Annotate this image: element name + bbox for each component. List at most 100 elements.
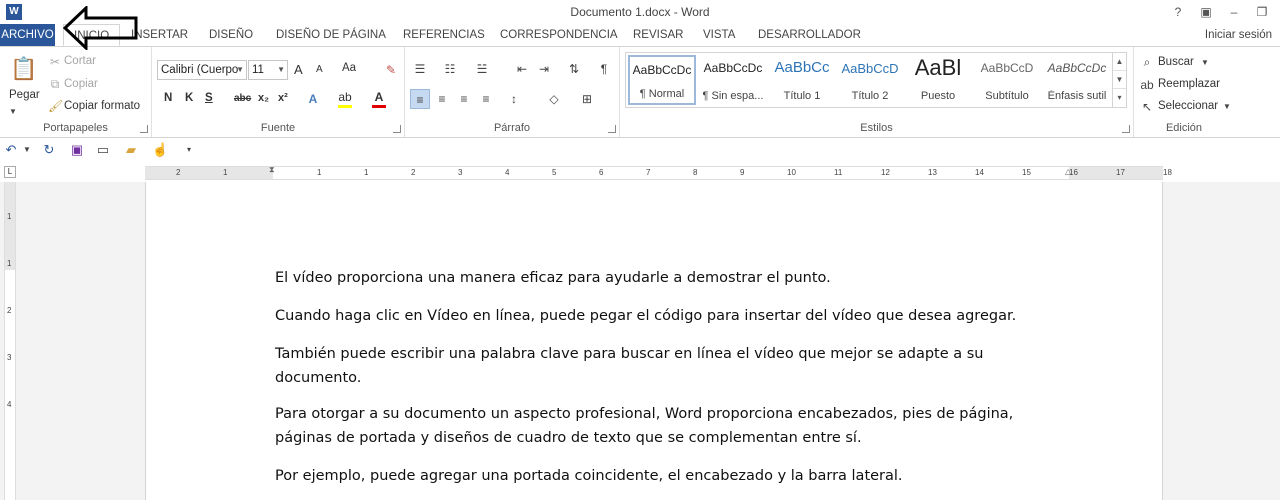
document-paragraph[interactable]: Por ejemplo, puede agregar una portada c…	[275, 464, 1045, 488]
style-normal[interactable]: AaBbCcDc ¶ Normal	[628, 55, 696, 105]
align-left-icon[interactable]: ≡	[410, 89, 430, 109]
save-icon[interactable]: ▣	[70, 143, 84, 157]
tab-archivo[interactable]: ARCHIVO	[0, 24, 55, 46]
line-spacing-icon[interactable]: ↕	[507, 92, 521, 106]
paragraph-group-label: Párrafo	[493, 122, 531, 134]
ribbon-display-options-icon[interactable]: ▣	[1196, 3, 1216, 21]
ruler-number: 4	[505, 168, 510, 177]
clear-formatting-icon[interactable]: ✎	[384, 63, 398, 77]
paragraph-launcher-icon[interactable]	[608, 125, 616, 133]
clipboard-group-label: Portapapeles	[43, 122, 108, 134]
replace-button[interactable]: Reemplazar	[1158, 78, 1220, 90]
paste-icon[interactable]: 📋	[10, 55, 37, 83]
ribbon-tabs: ARCHIVO INICIO INSERTAR DISEÑO DISEÑO DE…	[0, 24, 1280, 46]
indent-marker-icon[interactable]: ⧗	[269, 165, 275, 175]
gallery-more-icon[interactable]: ▾	[1113, 89, 1126, 107]
style-sin-espaciado[interactable]: AaBbCcDc ¶ Sin espa...	[699, 55, 767, 105]
vertical-ruler[interactable]: 1 1 2 3 4	[4, 182, 16, 500]
subscript-button[interactable]: x₂	[258, 92, 269, 104]
replace-icon[interactable]: ab	[1140, 78, 1154, 92]
touch-mode-icon[interactable]: ☝	[152, 143, 168, 157]
decrease-indent-icon[interactable]: ⇤	[515, 62, 529, 76]
align-center-icon[interactable]: ≡	[435, 92, 449, 106]
borders-icon[interactable]: ⊞	[580, 92, 594, 106]
binoculars-icon[interactable]: ⌕	[1140, 55, 1154, 69]
increase-indent-icon[interactable]: ⇥	[537, 62, 551, 76]
tab-revisar[interactable]: REVISAR	[633, 24, 684, 46]
superscript-button[interactable]: x²	[278, 92, 288, 104]
tab-vista[interactable]: VISTA	[703, 24, 735, 46]
strikethrough-button[interactable]: abc	[234, 93, 251, 104]
document-paragraph[interactable]: También puede escribir una palabra clave…	[275, 342, 1045, 390]
align-right-icon[interactable]: ≡	[457, 92, 471, 106]
title-bar: W Documento 1.docx - Word ? ▣ – ❐	[0, 0, 1280, 24]
style-puesto[interactable]: AaBl Puesto	[904, 55, 972, 105]
shrink-font-button[interactable]: A	[316, 64, 323, 75]
chevron-down-icon[interactable]: ▼	[1198, 56, 1212, 70]
italic-button[interactable]: K	[185, 92, 193, 104]
tab-diseno[interactable]: DISEÑO	[209, 24, 253, 46]
sign-in-link[interactable]: Iniciar sesión	[1205, 24, 1272, 46]
font-name-combo[interactable]: Calibri (Cuerpo ▼	[157, 60, 247, 80]
change-case-button[interactable]: Aa	[342, 62, 356, 74]
help-icon[interactable]: ?	[1168, 3, 1188, 21]
document-paragraph[interactable]: Para otorgar a su documento un aspecto p…	[275, 402, 1045, 450]
restore-icon[interactable]: ❐	[1252, 3, 1272, 21]
clipboard-launcher-icon[interactable]	[140, 125, 148, 133]
font-color-icon[interactable]: A	[372, 90, 386, 104]
document-paragraph[interactable]: Cuando haga clic en Vídeo en línea, pued…	[275, 304, 1045, 328]
format-painter-icon[interactable]: 🖌	[48, 99, 63, 113]
style-titulo-1[interactable]: AaBbCc Título 1	[768, 55, 836, 105]
open-folder-icon[interactable]: ▰	[124, 143, 138, 157]
style-name: Subtítulo	[985, 90, 1029, 102]
find-button[interactable]: Buscar	[1158, 56, 1194, 68]
underline-button[interactable]: S	[205, 92, 213, 104]
gallery-up-icon[interactable]: ▲	[1113, 53, 1126, 71]
gallery-down-icon[interactable]: ▼	[1113, 71, 1126, 89]
paste-button[interactable]: Pegar	[9, 89, 40, 101]
justify-icon[interactable]: ≡	[479, 92, 493, 106]
tab-correspondencia[interactable]: CORRESPONDENCIA	[500, 24, 618, 46]
show-formatting-icon[interactable]: ¶	[597, 62, 611, 76]
scissors-icon[interactable]: ✂	[48, 55, 62, 69]
undo-icon[interactable]: ↶	[4, 143, 18, 157]
chevron-down-icon[interactable]: ▼	[1220, 100, 1234, 114]
customize-qat-icon[interactable]: ▾	[182, 143, 196, 157]
select-cursor-icon[interactable]: ↖	[1140, 100, 1154, 114]
sort-icon[interactable]: ⇅	[567, 62, 581, 76]
copy-icon[interactable]: ⧉	[48, 77, 62, 91]
shading-icon[interactable]: ◇	[547, 92, 561, 106]
font-launcher-icon[interactable]	[393, 125, 401, 133]
horizontal-ruler[interactable]: ⧗ △ 2 1 1 1 2 3 4 5 6 7 8 9 10 11 12 13 14 15 16 17 18	[145, 165, 1172, 180]
paste-dropdown-icon[interactable]: ▼	[6, 105, 20, 119]
highlight-icon[interactable]: ab	[338, 90, 352, 104]
tab-desarrollador[interactable]: DESARROLLADOR	[758, 24, 861, 46]
minimize-icon[interactable]: –	[1224, 3, 1244, 21]
document-paragraph[interactable]: El vídeo proporciona una manera eficaz p…	[275, 266, 1045, 290]
style-titulo-2[interactable]: AaBbCcD Título 2	[836, 55, 904, 105]
text-effects-icon[interactable]: A	[306, 92, 320, 106]
style-enfasis-sutil[interactable]: AaBbCcDc Énfasis sutil	[1042, 55, 1112, 105]
styles-launcher-icon[interactable]	[1122, 125, 1130, 133]
ruler-row: L ⧗ △ 2 1 1 1 2 3 4 5 6 7 8 9 10 11 12 13 14 15 16 17 18	[0, 162, 1280, 182]
cut-button[interactable]: Cortar	[64, 55, 96, 67]
new-document-icon[interactable]: ▭	[96, 143, 110, 157]
document-page[interactable]: El vídeo proporciona una manera eficaz p…	[145, 182, 1163, 500]
style-subtitulo[interactable]: AaBbCcD Subtítulo	[973, 55, 1041, 105]
chevron-down-icon[interactable]: ▼	[20, 143, 34, 157]
grow-font-button[interactable]: A	[294, 62, 303, 77]
numbering-icon[interactable]: ☷	[443, 62, 457, 76]
tab-diseno-de-pagina[interactable]: DISEÑO DE PÁGINA	[276, 24, 386, 46]
bold-button[interactable]: N	[164, 92, 172, 104]
redo-icon[interactable]: ↻	[42, 143, 56, 157]
tab-referencias[interactable]: REFERENCIAS	[403, 24, 485, 46]
chevron-down-icon: ▼	[236, 65, 244, 74]
bullets-icon[interactable]: ☰	[413, 62, 427, 76]
tab-selector[interactable]: L	[4, 166, 16, 178]
tab-insertar[interactable]: INSERTAR	[131, 24, 188, 46]
format-painter-button[interactable]: Copiar formato	[64, 100, 140, 112]
multilevel-list-icon[interactable]: ☱	[475, 62, 489, 76]
select-button[interactable]: Seleccionar	[1158, 100, 1218, 112]
copy-button[interactable]: Copiar	[64, 78, 98, 90]
font-size-combo[interactable]: 11 ▼	[248, 60, 288, 80]
